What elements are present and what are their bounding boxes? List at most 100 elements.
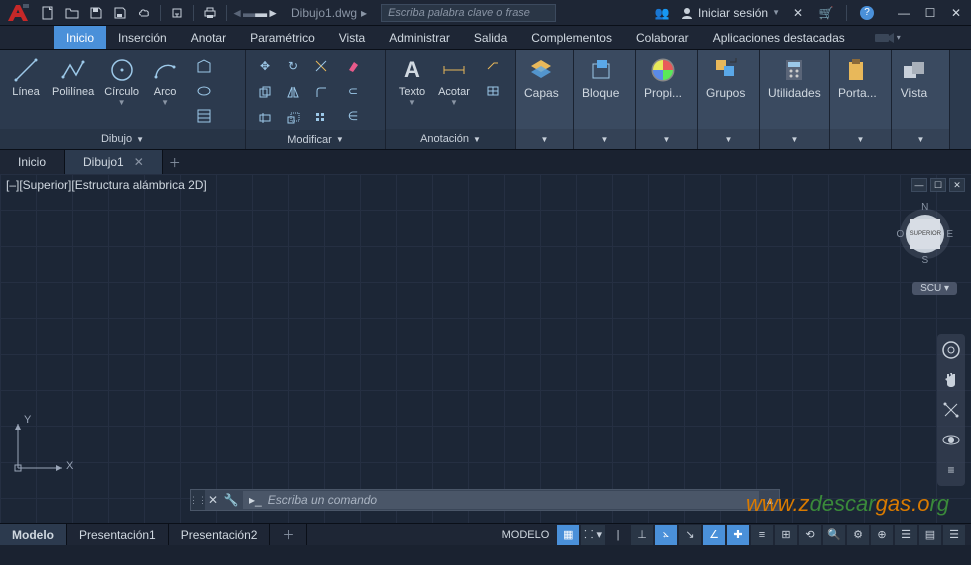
scale-icon[interactable] — [280, 106, 306, 130]
snap-toggle[interactable]: ⸬ ▾ — [581, 525, 605, 545]
units-toggle[interactable]: ☰ — [895, 525, 917, 545]
exchange-icon[interactable]: ✕ — [788, 3, 808, 23]
model-tab[interactable]: Modelo — [0, 524, 67, 545]
vp-close-icon[interactable]: ✕ — [949, 178, 965, 192]
file-tab-doc[interactable]: Dibujo1✕ — [65, 150, 163, 174]
minimize-icon[interactable]: — — [893, 4, 915, 22]
cloud-save-icon[interactable] — [134, 3, 154, 23]
vp-minimize-icon[interactable]: — — [911, 178, 927, 192]
ucs-badge[interactable]: SCU ▾ — [912, 282, 957, 295]
transparency-toggle[interactable]: ⊞ — [775, 525, 797, 545]
leader-icon[interactable] — [480, 54, 506, 78]
cmdline-history-icon[interactable]: ▴ — [761, 493, 779, 507]
saveas-icon[interactable] — [110, 3, 130, 23]
trim-icon[interactable] — [308, 54, 334, 78]
osnap-toggle[interactable]: ∠ — [703, 525, 725, 545]
undo-icon[interactable]: ◄▬ — [233, 3, 253, 23]
array-icon[interactable] — [308, 106, 334, 130]
polar-toggle[interactable]: ⦛ — [655, 525, 677, 545]
customization-icon[interactable]: ☰ — [943, 525, 965, 545]
command-line[interactable]: ⋮⋮ ✕ 🔧 ▸_Escriba un comando ▴ — [190, 489, 780, 511]
panel-propiedades[interactable]: Propi... ▼ — [636, 50, 698, 149]
stretch-icon[interactable] — [252, 106, 278, 130]
save-icon[interactable] — [86, 3, 106, 23]
tab-salida[interactable]: Salida — [462, 26, 519, 49]
new-icon[interactable] — [38, 3, 58, 23]
close-icon[interactable]: ✕ — [945, 4, 967, 22]
view-cube[interactable]: N O SUPERIOR E S — [897, 202, 953, 266]
cloud-open-icon[interactable] — [167, 3, 187, 23]
tab-administrar[interactable]: Administrar — [377, 26, 462, 49]
new-tab-button[interactable]: ＋ — [163, 150, 187, 174]
signin-button[interactable]: Iniciar sesión ▼ — [680, 6, 780, 20]
cart-icon[interactable]: 🛒 — [816, 3, 836, 23]
tab-insercion[interactable]: Inserción — [106, 26, 179, 49]
otrack-toggle[interactable]: ✚ — [727, 525, 749, 545]
connect-icon[interactable]: 👥 — [652, 3, 672, 23]
model-space-label[interactable]: MODELO — [496, 529, 556, 541]
title-dropdown-icon[interactable]: ▸ — [361, 6, 367, 20]
print-icon[interactable] — [200, 3, 220, 23]
panel-vista[interactable]: Vista ▼ — [892, 50, 950, 149]
hatch-icon[interactable] — [191, 104, 217, 128]
add-layout-button[interactable]: ＋ — [270, 524, 307, 545]
polilinea-button[interactable]: Polilínea — [48, 54, 98, 100]
panel-grupos[interactable]: Grupos ▼ — [698, 50, 760, 149]
app-logo[interactable] — [4, 2, 32, 24]
explode-icon[interactable]: ∈ — [340, 104, 366, 128]
ellipse-icon[interactable] — [191, 79, 217, 103]
circulo-button[interactable]: Círculo▼ — [100, 54, 143, 108]
tab-complementos[interactable]: Complementos — [519, 26, 624, 49]
cmdline-customize-icon[interactable]: 🔧 — [221, 493, 241, 507]
tab-colaborar[interactable]: Colaborar — [624, 26, 701, 49]
arco-button[interactable]: Arco▼ — [145, 54, 185, 108]
close-tab-icon[interactable]: ✕ — [134, 155, 144, 169]
polygon-icon[interactable] — [191, 54, 217, 78]
grid-toggle[interactable]: ▦ — [557, 525, 579, 545]
layout2-tab[interactable]: Presentación2 — [169, 524, 271, 545]
redo-icon[interactable]: ▬► — [257, 3, 277, 23]
tab-inicio[interactable]: Inicio — [54, 26, 106, 49]
copy-icon[interactable] — [252, 80, 278, 104]
lineweight-toggle[interactable]: ≡ — [751, 525, 773, 545]
open-icon[interactable] — [62, 3, 82, 23]
linea-button[interactable]: Línea — [6, 54, 46, 100]
erase-icon[interactable] — [340, 54, 366, 78]
rotate-icon[interactable]: ↻ — [280, 54, 306, 78]
annotation-scale[interactable]: 🔍 — [823, 525, 845, 545]
panel-capas[interactable]: Capas ▼ — [516, 50, 574, 149]
offset-icon[interactable]: ⊂ — [340, 79, 366, 103]
maximize-icon[interactable]: ☐ — [919, 4, 941, 22]
mirror-icon[interactable] — [280, 80, 306, 104]
zoom-extents-icon[interactable] — [939, 398, 963, 422]
move-icon[interactable]: ✥ — [252, 54, 278, 78]
workspace-icon[interactable]: ⚙ — [847, 525, 869, 545]
featured-apps-icon[interactable]: ▾ — [867, 26, 909, 49]
pan-icon[interactable] — [939, 368, 963, 392]
command-input[interactable]: ▸_Escriba un comando — [243, 491, 759, 509]
drawing-viewport[interactable]: [–][Superior][Estructura alámbrica 2D] —… — [0, 174, 971, 523]
panel-portapapeles[interactable]: Porta... ▼ — [830, 50, 892, 149]
panel-utilidades[interactable]: Utilidades ▼ — [760, 50, 830, 149]
show-motion-icon[interactable]: ≡ — [939, 458, 963, 482]
isodraft-toggle[interactable]: ↘ — [679, 525, 701, 545]
tab-aplicaciones[interactable]: Aplicaciones destacadas — [701, 26, 857, 49]
tab-parametrico[interactable]: Paramétrico — [238, 26, 327, 49]
file-tab-home[interactable]: Inicio — [0, 150, 65, 174]
cycling-toggle[interactable]: ⟲ — [799, 525, 821, 545]
orbit-icon[interactable] — [939, 428, 963, 452]
table-icon[interactable] — [480, 79, 506, 103]
layout1-tab[interactable]: Presentación1 — [67, 524, 169, 545]
acotar-button[interactable]: Acotar▼ — [434, 54, 474, 108]
panel-bloque[interactable]: Bloque ▼ — [574, 50, 636, 149]
cmdline-close-icon[interactable]: ✕ — [205, 493, 221, 507]
vp-maximize-icon[interactable]: ☐ — [930, 178, 946, 192]
fillet-icon[interactable] — [308, 80, 334, 104]
quick-props-toggle[interactable]: ▤ — [919, 525, 941, 545]
ortho-toggle[interactable]: ⊥ — [631, 525, 653, 545]
steering-wheel-icon[interactable] — [939, 338, 963, 362]
search-input[interactable]: Escriba palabra clave o frase — [381, 4, 556, 22]
annotation-monitor-toggle[interactable]: ⊕ — [871, 525, 893, 545]
viewport-label[interactable]: [–][Superior][Estructura alámbrica 2D] — [6, 178, 207, 192]
help-icon[interactable]: ? — [857, 3, 877, 23]
